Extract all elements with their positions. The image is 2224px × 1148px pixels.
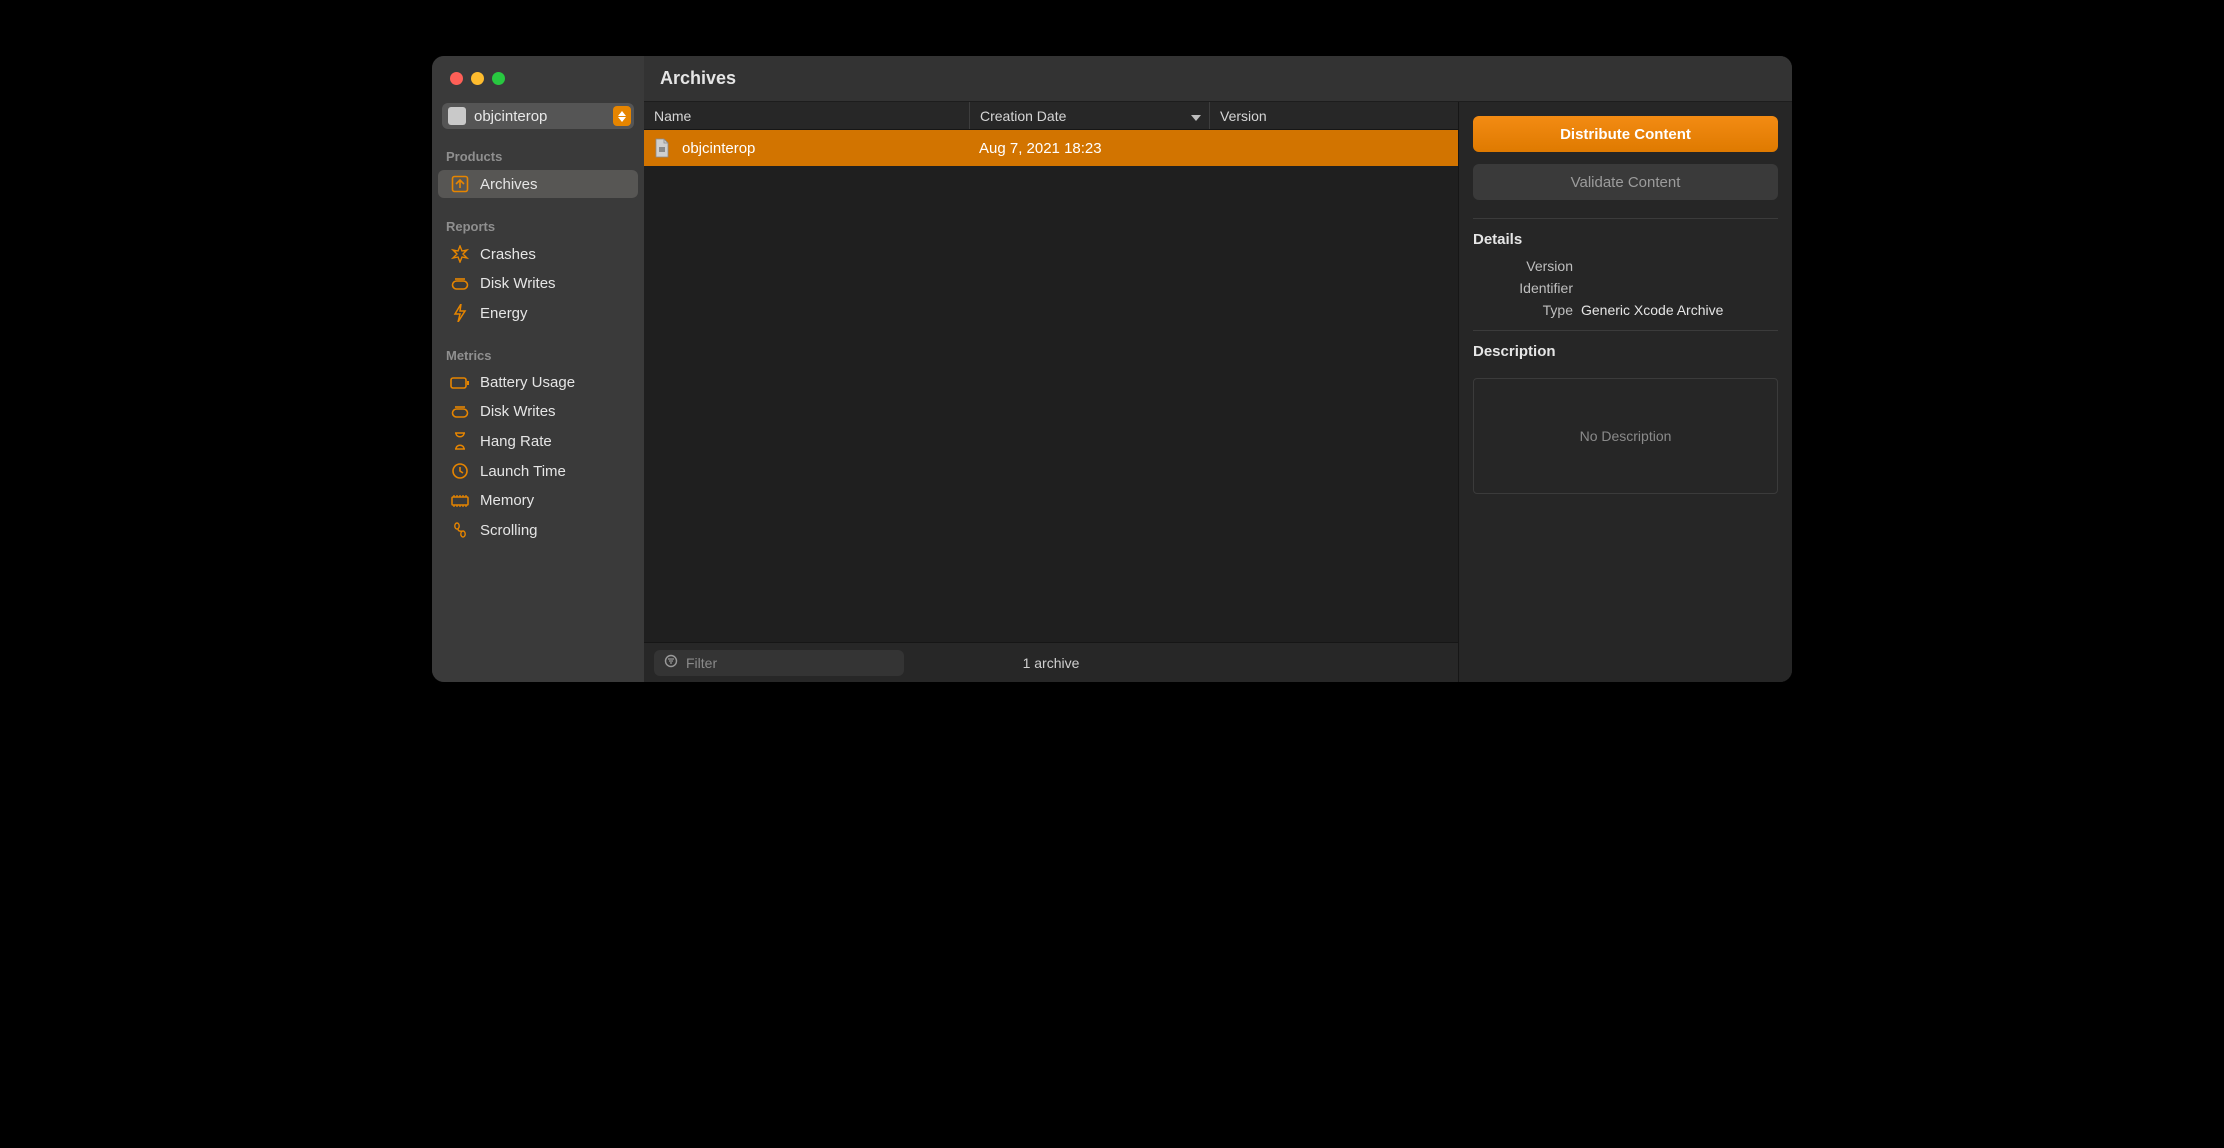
sidebar-item-label: Crashes	[480, 246, 536, 263]
column-header-name[interactable]: Name	[644, 102, 969, 129]
column-header-label: Creation Date	[980, 108, 1066, 124]
sidebar-section-header-reports: Reports	[432, 213, 644, 239]
description-header: Description	[1473, 343, 1778, 360]
clock-icon	[450, 462, 470, 480]
description-placeholder: No Description	[1580, 428, 1672, 444]
sidebar: objcinterop Products Archives Reports Cr…	[432, 56, 644, 682]
cell-creation-date: Aug 7, 2021 18:23	[979, 140, 1102, 157]
column-header-creation-date[interactable]: Creation Date	[969, 102, 1209, 129]
table-footer: 1 archive	[644, 642, 1458, 682]
detail-row-identifier: Identifier	[1473, 280, 1778, 296]
button-label: Distribute Content	[1560, 126, 1691, 143]
sidebar-item-label: Disk Writes	[480, 403, 556, 420]
battery-icon	[450, 377, 470, 389]
button-label: Validate Content	[1571, 174, 1681, 191]
close-window-button[interactable]	[450, 72, 463, 85]
sidebar-item-label: Scrolling	[480, 522, 538, 539]
page-title: Archives	[644, 56, 1792, 102]
sidebar-item-energy[interactable]: Energy	[438, 299, 638, 327]
sidebar-item-label: Disk Writes	[480, 275, 556, 292]
table-header: Name Creation Date Version	[644, 102, 1458, 130]
table-body: objcinterop Aug 7, 2021 18:23	[644, 130, 1458, 642]
window-controls	[432, 56, 644, 99]
sidebar-item-archives[interactable]: Archives	[438, 170, 638, 198]
content-row: Name Creation Date Version	[644, 102, 1792, 682]
sort-descending-icon	[1191, 108, 1201, 124]
detail-key: Identifier	[1473, 280, 1581, 296]
filter-input[interactable]	[686, 655, 894, 671]
memory-icon	[450, 494, 470, 508]
sidebar-item-scrolling[interactable]: Scrolling	[438, 516, 638, 544]
sidebar-item-disk-writes-metrics[interactable]: Disk Writes	[438, 398, 638, 425]
app-icon	[448, 107, 466, 125]
cell-name: objcinterop	[682, 140, 755, 157]
sidebar-item-disk-writes-reports[interactable]: Disk Writes	[438, 270, 638, 297]
organizer-window: objcinterop Products Archives Reports Cr…	[432, 56, 1792, 682]
archive-file-icon	[654, 138, 672, 158]
sidebar-item-label: Launch Time	[480, 463, 566, 480]
filter-field[interactable]	[654, 650, 904, 676]
details-header: Details	[1473, 231, 1778, 248]
detail-key: Version	[1473, 258, 1581, 274]
details-panel: Distribute Content Validate Content Deta…	[1458, 102, 1792, 682]
sidebar-item-label: Battery Usage	[480, 374, 575, 391]
column-header-label: Name	[654, 108, 691, 124]
distribute-content-button[interactable]: Distribute Content	[1473, 116, 1778, 152]
sidebar-section-header-products: Products	[432, 143, 644, 169]
detail-row-version: Version	[1473, 258, 1778, 274]
sidebar-item-memory[interactable]: Memory	[438, 487, 638, 514]
sidebar-item-battery-usage[interactable]: Battery Usage	[438, 369, 638, 396]
sidebar-item-label: Memory	[480, 492, 534, 509]
sidebar-item-hang-rate[interactable]: Hang Rate	[438, 427, 638, 455]
sidebar-item-label: Archives	[480, 176, 538, 193]
detail-row-type: Type Generic Xcode Archive	[1473, 302, 1778, 318]
archive-count-label: 1 archive	[1023, 655, 1080, 671]
scroll-icon	[450, 521, 470, 539]
sidebar-item-launch-time[interactable]: Launch Time	[438, 457, 638, 485]
disk-icon	[450, 405, 470, 419]
validate-content-button[interactable]: Validate Content	[1473, 164, 1778, 200]
sidebar-section-header-metrics: Metrics	[432, 342, 644, 368]
archives-table: Name Creation Date Version	[644, 102, 1458, 682]
zoom-window-button[interactable]	[492, 72, 505, 85]
detail-value: Generic Xcode Archive	[1581, 302, 1723, 318]
main-pane: Archives Name Creation Date Version	[644, 56, 1792, 682]
minimize-window-button[interactable]	[471, 72, 484, 85]
hourglass-icon	[450, 432, 470, 450]
updown-chevron-icon	[613, 106, 631, 126]
product-selector[interactable]: objcinterop	[442, 103, 634, 129]
sidebar-item-label: Hang Rate	[480, 433, 552, 450]
product-selector-label: objcinterop	[474, 108, 547, 125]
filter-icon	[664, 654, 678, 671]
description-box[interactable]: No Description	[1473, 378, 1778, 494]
sidebar-item-crashes[interactable]: Crashes	[438, 240, 638, 268]
table-row[interactable]: objcinterop Aug 7, 2021 18:23	[644, 130, 1458, 166]
column-header-label: Version	[1220, 108, 1267, 124]
crash-icon	[450, 245, 470, 263]
disk-icon	[450, 277, 470, 291]
bolt-icon	[450, 304, 470, 322]
column-header-version[interactable]: Version	[1209, 102, 1458, 129]
archive-icon	[450, 175, 470, 193]
sidebar-item-label: Energy	[480, 305, 528, 322]
detail-key: Type	[1473, 302, 1581, 318]
divider	[1473, 330, 1778, 331]
divider	[1473, 218, 1778, 219]
